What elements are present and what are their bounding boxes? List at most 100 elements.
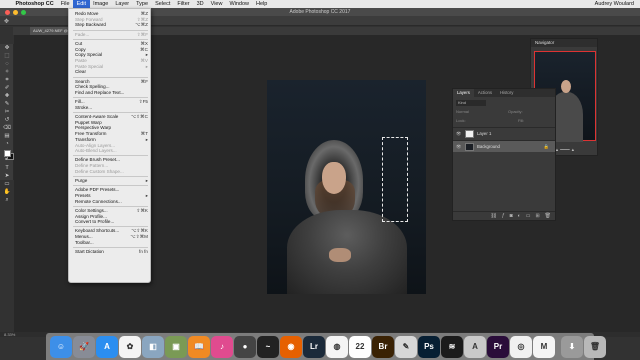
healing-icon[interactable]: ✚ bbox=[0, 92, 14, 100]
word-icon[interactable]: M bbox=[533, 335, 555, 358]
firefox-icon[interactable]: ◉ bbox=[280, 335, 302, 358]
zoom-icon[interactable]: ⌕ bbox=[0, 196, 14, 204]
document-tab[interactable]: AUW_4279.NEF @ bbox=[30, 27, 70, 35]
menu-item-shortcut: fn fn bbox=[139, 249, 148, 254]
mask-icon[interactable]: ◙ bbox=[510, 212, 513, 220]
blur-icon[interactable]: ◔ bbox=[0, 140, 14, 148]
minimize-icon[interactable] bbox=[13, 10, 18, 15]
menu-layer[interactable]: Layer bbox=[112, 0, 133, 8]
menu-item-label: Copy bbox=[75, 46, 86, 52]
eye-icon[interactable]: 👁 bbox=[456, 141, 461, 153]
preview-icon[interactable]: ◧ bbox=[142, 335, 164, 358]
history-brush-icon[interactable]: ↺ bbox=[0, 116, 14, 124]
photos-icon[interactable]: ✿ bbox=[119, 335, 141, 358]
menu-photoshop-cc[interactable]: Photoshop CC bbox=[12, 0, 57, 8]
blend-mode-select[interactable]: Normal bbox=[456, 109, 469, 114]
menu-type[interactable]: Type bbox=[133, 0, 152, 8]
menu-item-toolbar[interactable]: Toolbar... bbox=[69, 240, 152, 246]
launchpad-icon[interactable]: 🚀 bbox=[73, 335, 95, 358]
bridge-icon[interactable]: Br bbox=[372, 335, 394, 358]
spotify-icon[interactable]: ≋ bbox=[441, 335, 463, 358]
close-icon[interactable] bbox=[5, 10, 10, 15]
lock-controls[interactable]: Lock: bbox=[456, 118, 466, 123]
menu-separator bbox=[73, 155, 148, 157]
foreground-color-swatch[interactable] bbox=[4, 150, 11, 157]
menu-3d[interactable]: 3D bbox=[193, 0, 207, 8]
tab-layers[interactable]: Layers bbox=[453, 89, 474, 97]
photoshop-icon[interactable]: Ps bbox=[418, 335, 440, 358]
move-tool-icon[interactable]: ✥ bbox=[4, 18, 9, 25]
user-name[interactable]: Audrey Woulard bbox=[595, 0, 634, 8]
fullscreen-icon[interactable] bbox=[21, 10, 26, 15]
eraser-icon[interactable]: ⌫ bbox=[0, 124, 14, 132]
layer-row[interactable]: 👁 Background 🔒 bbox=[453, 140, 555, 152]
eyedropper-icon[interactable]: ✐ bbox=[0, 84, 14, 92]
brush-icon[interactable]: ✎ bbox=[0, 100, 14, 108]
menu-item-purge[interactable]: Purge ▸ bbox=[69, 178, 152, 184]
hand-icon[interactable]: ✋ bbox=[0, 188, 14, 196]
menu-file[interactable]: File bbox=[57, 0, 73, 8]
path-select-icon[interactable]: ➤ bbox=[0, 172, 14, 180]
activity-monitor-icon[interactable]: ~ bbox=[257, 335, 279, 358]
marquee-icon[interactable]: ⬚ bbox=[0, 52, 14, 60]
notes-icon[interactable]: ✎ bbox=[395, 335, 417, 358]
ibooks-icon[interactable]: 📖 bbox=[188, 335, 210, 358]
trash-icon[interactable]: 🗑 bbox=[584, 335, 606, 358]
menu-item-label: Find and Replace Text... bbox=[75, 89, 125, 95]
menu-item-step-backward[interactable]: Step Backward ⌥⌘Z bbox=[69, 22, 152, 28]
shape-icon[interactable]: ▭ bbox=[0, 180, 14, 188]
new-layer-icon[interactable]: ⊞ bbox=[535, 212, 539, 220]
group-icon[interactable]: ▭ bbox=[526, 212, 531, 220]
layers-panel-footer: ⛓ ƒ ◙ ◐ ▭ ⊞ 🗑 bbox=[453, 211, 555, 220]
image-capture-icon[interactable]: ▣ bbox=[165, 335, 187, 358]
zoom-level[interactable]: 8.33% bbox=[4, 332, 15, 337]
move-icon[interactable]: ✥ bbox=[0, 44, 14, 52]
type-icon[interactable]: T bbox=[0, 164, 14, 172]
lightroom-icon[interactable]: Lr bbox=[303, 335, 325, 358]
tab-history[interactable]: History bbox=[496, 89, 517, 97]
layer-filter-select[interactable]: Kind bbox=[456, 100, 486, 106]
trash-icon[interactable]: 🗑 bbox=[545, 212, 551, 220]
safari-icon[interactable]: ◍ bbox=[326, 335, 348, 358]
eye-icon[interactable]: 👁 bbox=[456, 128, 461, 140]
tab-actions[interactable]: Actions bbox=[474, 89, 496, 97]
downloads-icon[interactable]: ⬇ bbox=[561, 335, 583, 358]
app-store-icon[interactable]: A bbox=[96, 335, 118, 358]
menu-help[interactable]: Help bbox=[253, 0, 271, 8]
itunes-icon[interactable]: ♪ bbox=[211, 335, 233, 358]
acrobat-icon[interactable]: A bbox=[464, 335, 486, 358]
crop-icon[interactable]: ⌗ bbox=[0, 76, 14, 84]
chrome-icon[interactable]: ◎ bbox=[510, 335, 532, 358]
menu-filter[interactable]: Filter bbox=[174, 0, 193, 8]
menu-item-clear[interactable]: Clear bbox=[69, 69, 152, 75]
opacity-field[interactable]: Opacity: bbox=[508, 109, 523, 114]
navigator-zoom-slider[interactable]: ▲ ━━━━ ▲ bbox=[555, 147, 575, 152]
menu-item-label: Keyboard Shortcuts... bbox=[75, 228, 120, 234]
menu-window[interactable]: Window bbox=[226, 0, 253, 8]
fx-icon[interactable]: ƒ bbox=[502, 212, 505, 220]
menu-item-stroke[interactable]: Stroke... bbox=[69, 105, 152, 111]
quick-select-icon[interactable]: ✧ bbox=[0, 68, 14, 76]
lasso-icon[interactable]: ◌ bbox=[0, 60, 14, 68]
menu-edit[interactable]: Edit bbox=[73, 0, 90, 8]
menu-item-convert-to-profile[interactable]: Convert to Profile... bbox=[69, 219, 152, 225]
adjustment-icon[interactable]: ◐ bbox=[518, 212, 521, 220]
layer-row[interactable]: 👁 Layer 1 bbox=[453, 127, 555, 139]
menu-select[interactable]: Select bbox=[152, 0, 174, 8]
music-icon[interactable]: ● bbox=[234, 335, 256, 358]
clone-stamp-icon[interactable]: ✂ bbox=[0, 108, 14, 116]
gradient-icon[interactable]: ▤ bbox=[0, 132, 14, 140]
finder-icon[interactable]: ☺ bbox=[50, 335, 72, 358]
link-layers-icon[interactable]: ⛓ bbox=[491, 212, 497, 220]
navigator-title[interactable]: Navigator bbox=[531, 39, 597, 47]
menu-item-find-and-replace-text[interactable]: Find and Replace Text... bbox=[69, 90, 152, 96]
menu-item-start-dictation[interactable]: Start Dictation fn fn bbox=[69, 249, 152, 255]
menu-image[interactable]: Image bbox=[90, 0, 112, 8]
premiere-icon[interactable]: Pr bbox=[487, 335, 509, 358]
menu-item-label: Perspective Warp bbox=[75, 125, 112, 131]
calendar-icon[interactable]: 22 bbox=[349, 335, 371, 358]
marquee-selection[interactable] bbox=[382, 137, 408, 222]
menu-item-remote-connections[interactable]: Remote Connections... bbox=[69, 199, 152, 205]
fill-field[interactable]: Fill: bbox=[518, 118, 524, 123]
menu-view[interactable]: View bbox=[207, 0, 226, 8]
